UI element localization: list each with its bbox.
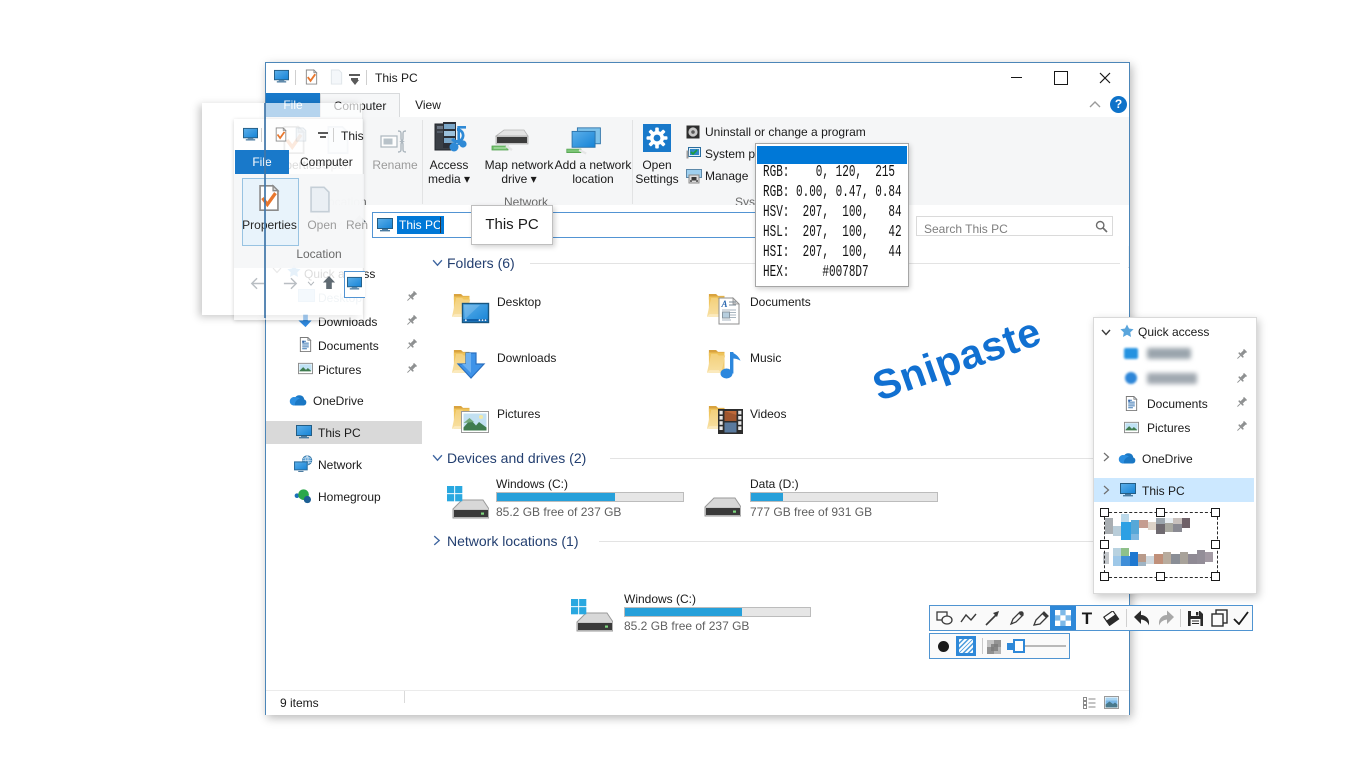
svg-text:A: A <box>721 299 728 309</box>
